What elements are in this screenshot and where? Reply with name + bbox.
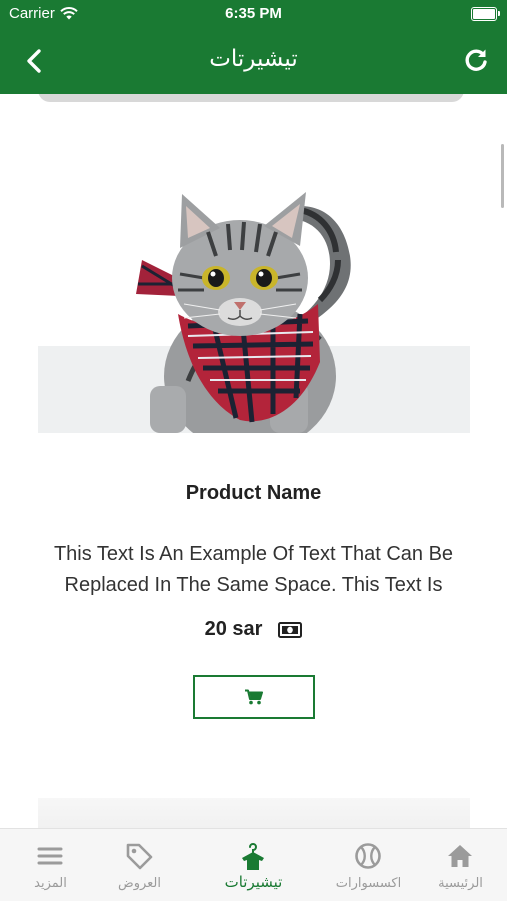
cart-icon <box>245 689 263 705</box>
menu-icon <box>37 847 63 865</box>
tab-home[interactable]: الرئيسية <box>410 829 507 901</box>
previous-product-card <box>38 94 464 102</box>
status-bar: Carrier 6:35 PM <box>0 0 507 28</box>
tab-offers-label: العروض <box>117 875 161 890</box>
shirt-hanger-icon <box>242 843 264 870</box>
tab-home-label: الرئيسية <box>438 875 483 890</box>
product-name: Product Name <box>185 482 322 504</box>
refresh-icon[interactable] <box>461 45 491 75</box>
home-icon <box>448 845 472 867</box>
product-image[interactable] <box>38 186 470 433</box>
tab-bar: المزيد العروض تيشيرتات اكسسوارات الرئيسي… <box>0 828 507 901</box>
next-product-card <box>38 798 470 828</box>
page-title: تيشيرتات <box>209 45 298 71</box>
tab-more-label: المزيد <box>34 875 67 890</box>
ball-icon <box>355 843 381 869</box>
product-price: 20 sar <box>204 618 263 640</box>
tag-icon <box>126 843 153 870</box>
scroll-indicator <box>501 144 504 208</box>
cat-with-bandana-image <box>38 186 470 433</box>
money-icon <box>278 621 303 638</box>
tab-tshirts[interactable]: تيشيرتات <box>203 829 304 901</box>
tab-offers[interactable]: العروض <box>89 829 190 901</box>
tab-accessories[interactable]: اكسسوارات <box>318 829 419 901</box>
status-time: 6:35 PM <box>225 5 282 22</box>
tab-accessories-label: اكسسوارات <box>335 875 402 890</box>
tab-more[interactable]: المزيد <box>0 829 101 901</box>
add-to-cart-button[interactable] <box>193 675 315 719</box>
navigation-bar: تيشيرتات <box>0 28 507 94</box>
tab-tshirts-label: تيشيرتات <box>224 874 283 891</box>
price-row: 20 sar <box>0 618 507 641</box>
battery-icon <box>471 7 500 21</box>
product-list[interactable]: Product Name This Text Is An Example Of … <box>0 94 507 828</box>
product-description: This Text Is An Example Of Text That Can… <box>53 543 454 596</box>
